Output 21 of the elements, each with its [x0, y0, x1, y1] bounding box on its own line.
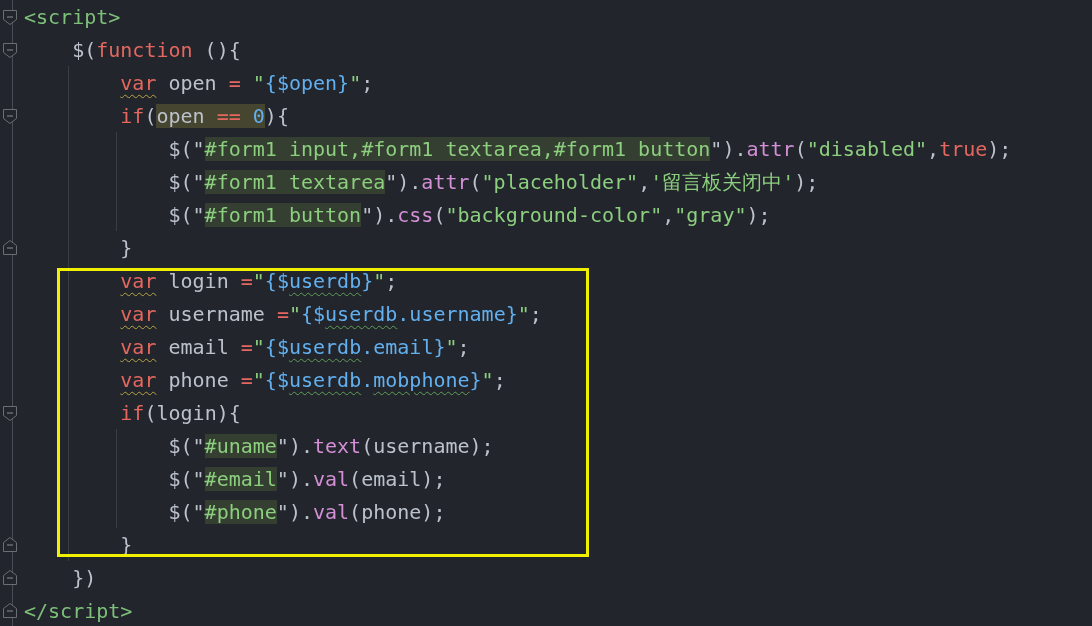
code-line: $("#email").val(email); — [168, 465, 446, 492]
code-line: var open = "{$open}"; — [120, 69, 374, 96]
code-line: $("#form1 textarea").attr("placeholder",'留言板关闭中'); — [168, 168, 819, 195]
code-line: $("#form1 button").css("background-color","gray"); — [168, 201, 771, 228]
code-line: $("#phone").val(phone); — [168, 498, 446, 525]
code-line: } — [120, 234, 133, 261]
fold-marker-icon[interactable] — [2, 534, 18, 555]
code-line: var username ="{$userdb.username}"; — [120, 300, 542, 327]
code-line: if(open == 0){ — [120, 102, 289, 129]
code-line: var login ="{$userdb}"; — [120, 267, 398, 294]
code-line: if(login){ — [120, 399, 241, 426]
code-line: $(function (){ — [72, 36, 241, 63]
code-line: </script> — [24, 597, 133, 624]
code-line: <script> — [24, 3, 121, 30]
code-line: var email ="{$userdb.email}"; — [120, 333, 470, 360]
fold-marker-icon[interactable] — [2, 237, 18, 258]
fold-marker-icon[interactable] — [2, 600, 18, 621]
code-line: $("#uname").text(username); — [168, 432, 494, 459]
code-line: var phone ="{$userdb.mobphone}"; — [120, 366, 506, 393]
code-line: }) — [72, 564, 97, 591]
fold-marker-icon[interactable] — [2, 567, 18, 588]
